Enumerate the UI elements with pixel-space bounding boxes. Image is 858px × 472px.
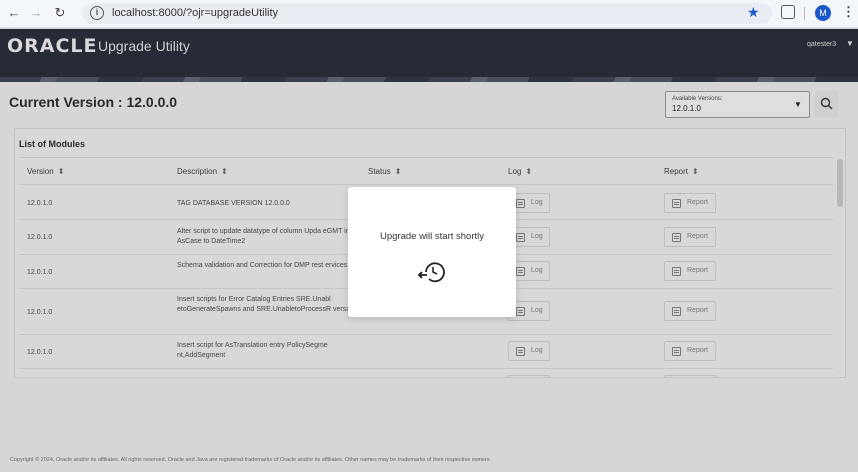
report-button[interactable] [664, 375, 716, 377]
dropdown-caret-icon: ▼ [794, 100, 802, 109]
upgrade-modal: Upgrade will start shortly [348, 187, 516, 317]
reload-icon[interactable]: ↻ [52, 5, 68, 21]
document-icon [672, 307, 681, 316]
document-icon [516, 307, 525, 316]
versions-select-value: 12.0.1.0 [672, 104, 701, 113]
footer-copyright: Copyright © 2024, Oracle and/or its affi… [10, 457, 492, 463]
sort-icon: ⬍ [394, 167, 402, 176]
more-menu-icon[interactable]: ⋮ [842, 4, 855, 20]
log-button[interactable]: Log [508, 341, 550, 361]
row-version: 12.0.1.0 [27, 269, 53, 276]
row-description: Insert scripts for Error Catalog Entries… [177, 296, 352, 313]
user-menu[interactable]: qatester3 [807, 41, 836, 48]
row-version: 12.0.1.0 [27, 309, 53, 316]
sort-icon: ⬍ [221, 167, 228, 176]
report-button[interactable]: Report [664, 301, 716, 321]
divider [19, 157, 833, 158]
log-button[interactable] [508, 375, 550, 377]
app-title: Upgrade Utility [98, 38, 190, 54]
chevron-down-icon[interactable]: ▼ [846, 39, 854, 48]
toolbar-divider [804, 7, 805, 20]
divider [19, 368, 833, 369]
table-scrollbar[interactable] [837, 159, 843, 207]
row-description: Insert script for AsTranslation entry Po… [177, 342, 328, 359]
column-header-report[interactable]: Report ⬍ [664, 167, 699, 176]
profile-avatar[interactable]: M [815, 5, 831, 21]
browser-toolbar: ← → ↻ i localhost:8000/?ojr=upgradeUtili… [0, 0, 858, 28]
versions-select-label: Available Versions: [672, 96, 723, 102]
document-icon [672, 233, 681, 242]
available-versions-select[interactable]: Available Versions: 12.0.1.0 ▼ [665, 91, 810, 118]
row-description: Alter script to update datatype of colum… [177, 228, 350, 245]
oracle-logo: ORACLE [7, 35, 98, 57]
app-header: ORACLE Upgrade Utility qatester3 ▼ [0, 29, 858, 82]
search-icon [820, 97, 833, 110]
row-description: Schema validation and Correction for DMP… [177, 262, 348, 269]
address-bar[interactable]: i localhost:8000/?ojr=upgradeUtility [82, 3, 772, 24]
divider [19, 334, 833, 335]
column-header-status[interactable]: Status ⬍ [368, 167, 401, 176]
current-version-title: Current Version : 12.0.0.0 [9, 94, 178, 110]
modal-message: Upgrade will start shortly [379, 231, 484, 242]
row-version: 12.0.1.0 [27, 349, 53, 356]
forward-arrow-icon[interactable]: → [28, 5, 44, 21]
document-icon [516, 199, 525, 208]
row-version: 12.0.1.0 [27, 234, 53, 241]
document-icon [516, 347, 525, 356]
document-icon [516, 267, 525, 276]
document-icon [516, 233, 525, 242]
header-decorative-stripe [0, 77, 858, 82]
modules-title: List of Modules [19, 139, 85, 149]
extensions-icon[interactable] [781, 5, 795, 19]
url-text[interactable]: localhost:8000/?ojr=upgradeUtility [112, 7, 278, 19]
column-header-description[interactable]: Description ⬍ [177, 167, 228, 176]
divider [19, 184, 833, 185]
bookmark-star-icon[interactable]: ★ [747, 4, 760, 20]
restore-history-icon [417, 262, 445, 283]
report-button[interactable]: Report [664, 193, 716, 213]
sort-icon: ⬍ [525, 167, 533, 176]
search-button[interactable] [815, 91, 838, 117]
column-header-log[interactable]: Log ⬍ [508, 167, 532, 176]
report-button[interactable]: Report [664, 227, 716, 247]
report-button[interactable]: Report [664, 261, 716, 281]
document-icon [672, 347, 681, 356]
sort-icon: ⬍ [692, 167, 699, 176]
document-icon [672, 267, 681, 276]
document-icon [672, 199, 681, 208]
sort-icon: ⬍ [57, 167, 65, 176]
row-version: 12.0.1.0 [27, 200, 53, 207]
column-header-version[interactable]: Version ⬍ [27, 167, 64, 176]
back-arrow-icon[interactable]: ← [6, 5, 22, 21]
site-info-icon[interactable]: i [90, 6, 104, 20]
row-description: TAG DATABASE VERSION 12.0.0.0 [177, 200, 290, 207]
report-button[interactable]: Report [664, 341, 716, 361]
